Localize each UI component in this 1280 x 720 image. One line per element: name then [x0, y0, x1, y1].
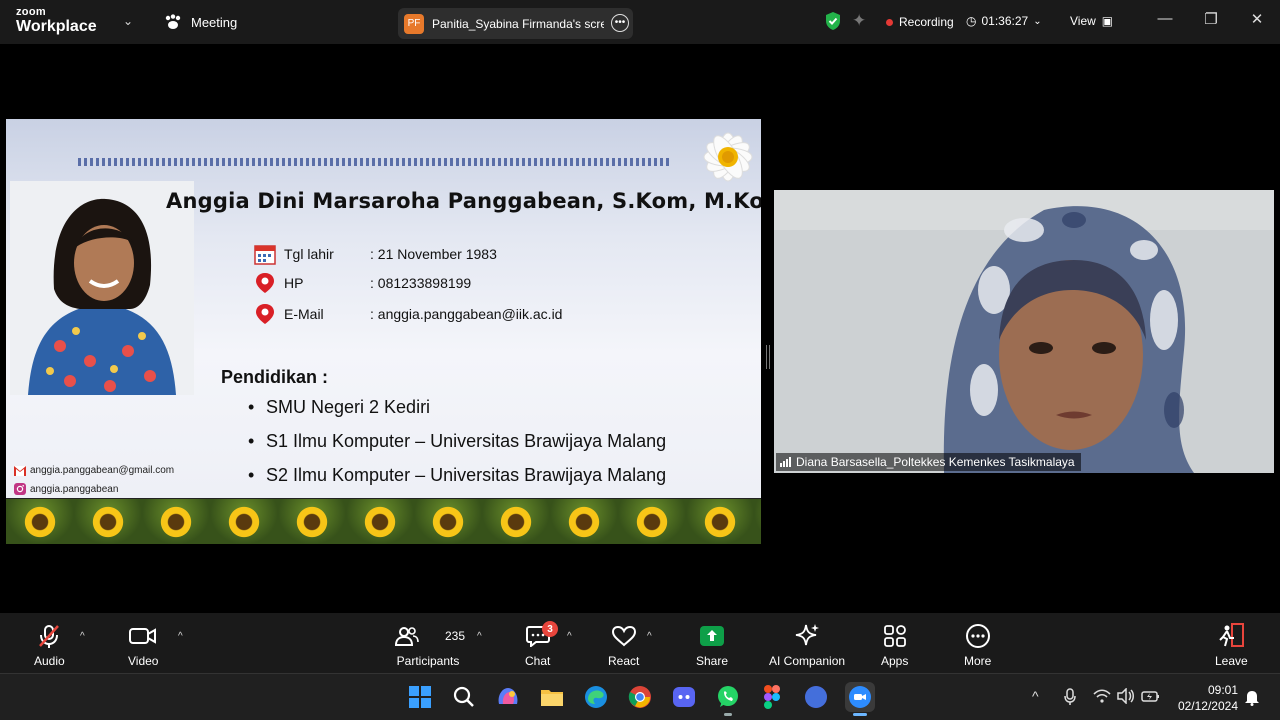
windows-taskbar: ^ 09:01 02/12/2024: [0, 673, 1280, 720]
minimize-icon[interactable]: —: [1155, 10, 1175, 27]
participants-icon: [395, 627, 419, 646]
video-options-chevron-icon[interactable]: ^: [178, 631, 183, 642]
microphone-muted-icon: [39, 625, 60, 648]
zoom-logo: zoom Workplace: [16, 6, 97, 35]
copilot-icon[interactable]: [493, 682, 523, 712]
location-pin-icon: [256, 273, 274, 293]
ai-companion-sparkle-icon: [795, 624, 820, 646]
shared-screen-slide: Anggia Dini Marsaroha Panggabean, S.Kom,…: [6, 119, 761, 544]
file-explorer-icon[interactable]: [537, 682, 567, 712]
audio-button[interactable]: Audio: [34, 623, 65, 668]
ai-sparkle-icon[interactable]: ✦: [852, 11, 866, 31]
share-more-options-icon[interactable]: •••: [611, 14, 629, 32]
sharer-avatar: PF: [404, 13, 424, 34]
view-layout-icon: ▣: [1101, 14, 1114, 28]
meeting-label: Meeting: [191, 14, 238, 30]
meeting-toolbar: Audio ^ Video ^ Participants 235 ^ Chat …: [0, 613, 1280, 673]
title-bar: zoom Workplace ⌄ Meeting PF Panitia_Syab…: [0, 0, 1280, 44]
ai-companion-button[interactable]: AI Companion: [769, 623, 845, 668]
participants-count: 235: [445, 629, 466, 643]
chat-unread-badge: 3: [542, 621, 558, 637]
edge-browser-icon[interactable]: [581, 682, 611, 712]
recording-dot-icon: [886, 18, 893, 26]
education-item: • S2 Ilmu Komputer – Universitas Brawijay…: [248, 465, 667, 485]
education-heading: Pendidikan :: [221, 367, 329, 387]
more-button[interactable]: More: [964, 623, 991, 668]
contact-email: anggia.panggabean@gmail.com: [14, 465, 174, 476]
slide-decorative-line: [78, 158, 670, 166]
search-icon[interactable]: [449, 682, 479, 712]
video-camera-icon: [129, 628, 157, 644]
participant-name-label: Diana Barsasella_Poltekkes Kemenkes Tasi…: [776, 453, 1081, 471]
react-options-chevron-icon[interactable]: ^: [647, 631, 652, 642]
chat-options-chevron-icon[interactable]: ^: [567, 631, 572, 642]
location-pin-icon: [256, 304, 274, 324]
system-clock[interactable]: 09:01 02/12/2024: [1170, 682, 1238, 714]
instagram-icon: [14, 483, 26, 495]
apps-grid-icon: [883, 625, 906, 647]
clock-icon: ◷: [966, 14, 977, 28]
chrome-browser-icon[interactable]: [625, 682, 655, 712]
more-options-icon: [965, 624, 990, 648]
whatsapp-icon[interactable]: [713, 682, 743, 716]
daisy-flower-image: [703, 132, 753, 182]
apps-button[interactable]: Apps: [881, 623, 908, 668]
security-shield-icon[interactable]: [824, 11, 842, 31]
speaker-photo: [10, 181, 194, 395]
sharer-title: Panitia_Syabina Firmanda's screen: [432, 16, 604, 31]
signal-bars-icon: [780, 457, 791, 467]
figma-icon[interactable]: [757, 682, 787, 712]
leave-door-icon: [1219, 623, 1245, 647]
volume-icon[interactable]: [1117, 687, 1135, 707]
heart-icon: [611, 625, 636, 647]
education-item: • S1 Ilmu Komputer – Universitas Brawijay…: [248, 431, 667, 451]
meeting-paw-icon: [165, 14, 181, 29]
leave-meeting-button[interactable]: Leave: [1215, 623, 1248, 668]
gmail-icon: [14, 465, 26, 476]
react-button[interactable]: React: [608, 623, 639, 668]
split-view-resize-handle[interactable]: [766, 345, 770, 369]
recording-indicator[interactable]: Recording: [886, 15, 954, 29]
tray-microphone-icon[interactable]: [1063, 688, 1077, 709]
wifi-icon[interactable]: [1093, 688, 1111, 707]
audio-options-chevron-icon[interactable]: ^: [80, 631, 85, 642]
sunflower-banner-image: [6, 498, 761, 544]
timer-chevron-icon: ⌄: [1033, 15, 1042, 27]
participant-video-tile[interactable]: Diana Barsasella_Poltekkes Kemenkes Tasi…: [774, 190, 1274, 473]
discord-icon[interactable]: [669, 682, 699, 712]
battery-charging-icon[interactable]: [1141, 688, 1161, 707]
zoom-app-icon[interactable]: [845, 682, 875, 716]
tray-overflow-chevron-icon[interactable]: ^: [1032, 688, 1039, 704]
notifications-bell-icon[interactable]: [1244, 688, 1260, 709]
meeting-timer[interactable]: ◷ 01:36:27 ⌄: [966, 14, 1042, 28]
speaker-name: Anggia Dini Marsaroha Panggabean, S.Kom,…: [166, 189, 761, 213]
info-row-email: E-Mail : anggia.panggabean@iik.ac.id: [254, 303, 562, 325]
participant-video-feed: [774, 190, 1274, 473]
info-row-birthdate: Tgl lahir : 21 November 1983: [254, 243, 497, 265]
share-screen-button[interactable]: Share: [696, 623, 728, 668]
participants-options-chevron-icon[interactable]: ^: [477, 631, 482, 642]
education-item: • SMU Negeri 2 Kediri: [248, 397, 431, 417]
info-row-phone: HP : 081233898199: [254, 272, 471, 294]
canva-icon[interactable]: [801, 682, 831, 712]
close-icon[interactable]: ✕: [1247, 10, 1267, 28]
view-button[interactable]: View ▣: [1070, 14, 1113, 28]
calendar-icon: [254, 245, 276, 265]
video-button[interactable]: Video: [128, 623, 158, 668]
windows-start-icon[interactable]: [405, 682, 435, 712]
restore-icon[interactable]: ❐: [1201, 10, 1221, 28]
brand-chevron-down-icon[interactable]: ⌄: [123, 14, 133, 28]
meeting-menu[interactable]: Meeting: [164, 14, 237, 30]
screen-share-indicator[interactable]: PF Panitia_Syabina Firmanda's screen •••: [398, 8, 633, 39]
share-screen-icon: [700, 626, 725, 646]
contact-instagram: anggia.panggabean: [14, 483, 118, 495]
